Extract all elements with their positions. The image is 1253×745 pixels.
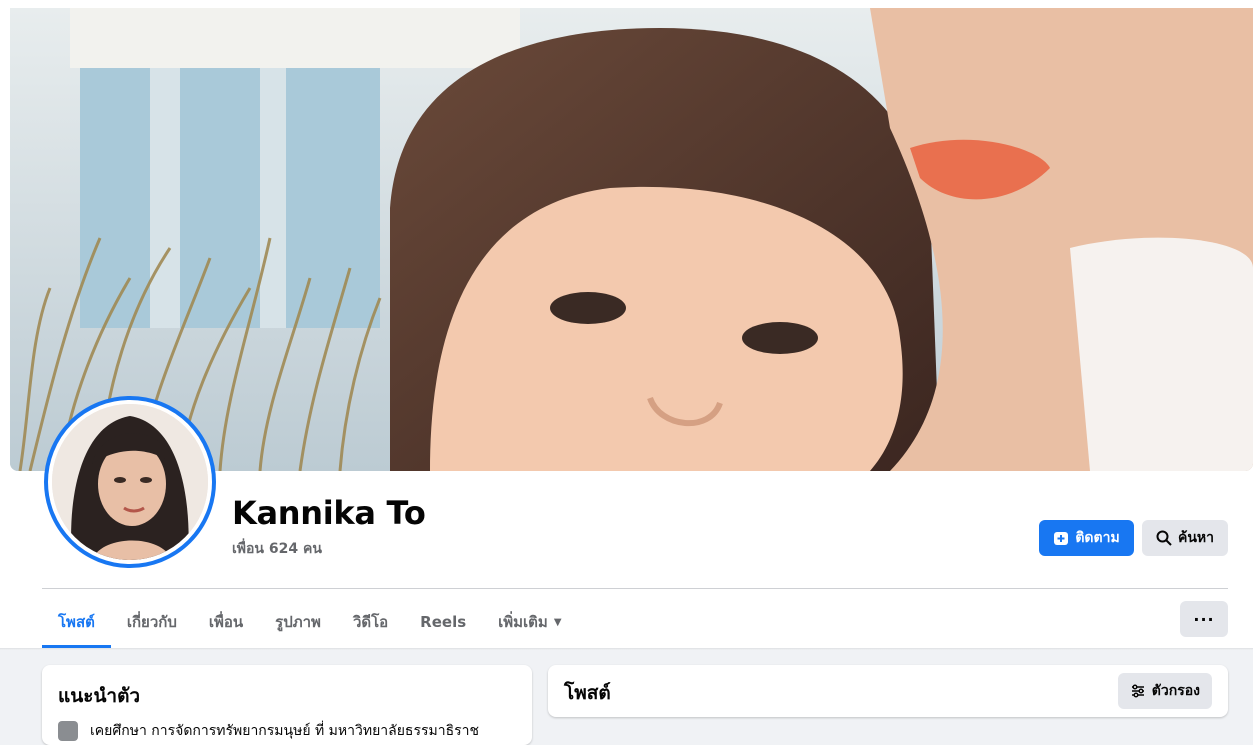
intro-education-text[interactable]: เคยศึกษา การจัดการทรัพยากรมนุษย์ ที่ มหา… xyxy=(90,720,479,742)
tab-about[interactable]: เกี่ยวกับ xyxy=(111,596,193,648)
cover-photo[interactable] xyxy=(10,8,1253,471)
tab-more[interactable]: เพิ่มเติม ▼ xyxy=(482,596,577,648)
cover-image xyxy=(10,8,1253,471)
tab-label: โพสต์ xyxy=(58,613,95,631)
tab-posts[interactable]: โพสต์ xyxy=(42,596,111,648)
search-icon xyxy=(1156,530,1172,546)
posts-title: โพสต์ xyxy=(564,682,611,704)
posts-card: โพสต์ ตัวกรอง xyxy=(548,665,1228,717)
tab-label: เกี่ยวกับ xyxy=(126,613,177,631)
caret-down-icon: ▼ xyxy=(553,616,562,628)
header-shadow xyxy=(0,648,1253,650)
tab-photos[interactable]: รูปภาพ xyxy=(259,596,337,648)
profile-tabs: โพสต์ เกี่ยวกับ เพื่อน รูปภาพ วิดีโอ Ree… xyxy=(42,596,578,648)
filter-icon xyxy=(1131,684,1144,698)
filter-button[interactable]: ตัวกรอง xyxy=(1117,673,1212,709)
education-icon xyxy=(58,721,78,741)
tab-label: เพิ่มเติม xyxy=(498,613,548,631)
tab-label: เพื่อน xyxy=(208,613,244,631)
friends-count[interactable]: เพื่อน 624 คน xyxy=(232,538,322,560)
more-icon: ··· xyxy=(1193,609,1215,629)
filter-button-label: ตัวกรอง xyxy=(1151,683,1200,699)
intro-title: แนะนำตัว xyxy=(58,685,141,707)
tab-label: วิดีโอ xyxy=(352,613,389,631)
tab-label: รูปภาพ xyxy=(275,613,321,631)
header-divider xyxy=(42,588,1228,589)
follow-button[interactable]: ติดตาม xyxy=(1039,520,1134,556)
profile-name: Kannika To xyxy=(232,494,426,532)
intro-education: เคยศึกษา การจัดการทรัพยากรมนุษย์ ที่ มหา… xyxy=(58,720,479,742)
tab-reels[interactable]: Reels xyxy=(404,596,482,648)
tab-videos[interactable]: วิดีโอ xyxy=(337,596,404,648)
search-button[interactable]: ค้นหา xyxy=(1142,520,1228,556)
add-friend-icon xyxy=(1054,532,1069,545)
more-button[interactable]: ··· xyxy=(1180,601,1228,637)
tab-label: Reels xyxy=(420,613,467,631)
avatar-image xyxy=(52,404,208,560)
intro-card: แนะนำตัว เคยศึกษา การจัดการทรัพยากรมนุษย… xyxy=(42,665,532,745)
search-button-label: ค้นหา xyxy=(1177,530,1215,546)
follow-button-label: ติดตาม xyxy=(1075,530,1120,546)
tab-friends[interactable]: เพื่อน xyxy=(193,596,259,648)
profile-picture[interactable] xyxy=(44,396,216,568)
